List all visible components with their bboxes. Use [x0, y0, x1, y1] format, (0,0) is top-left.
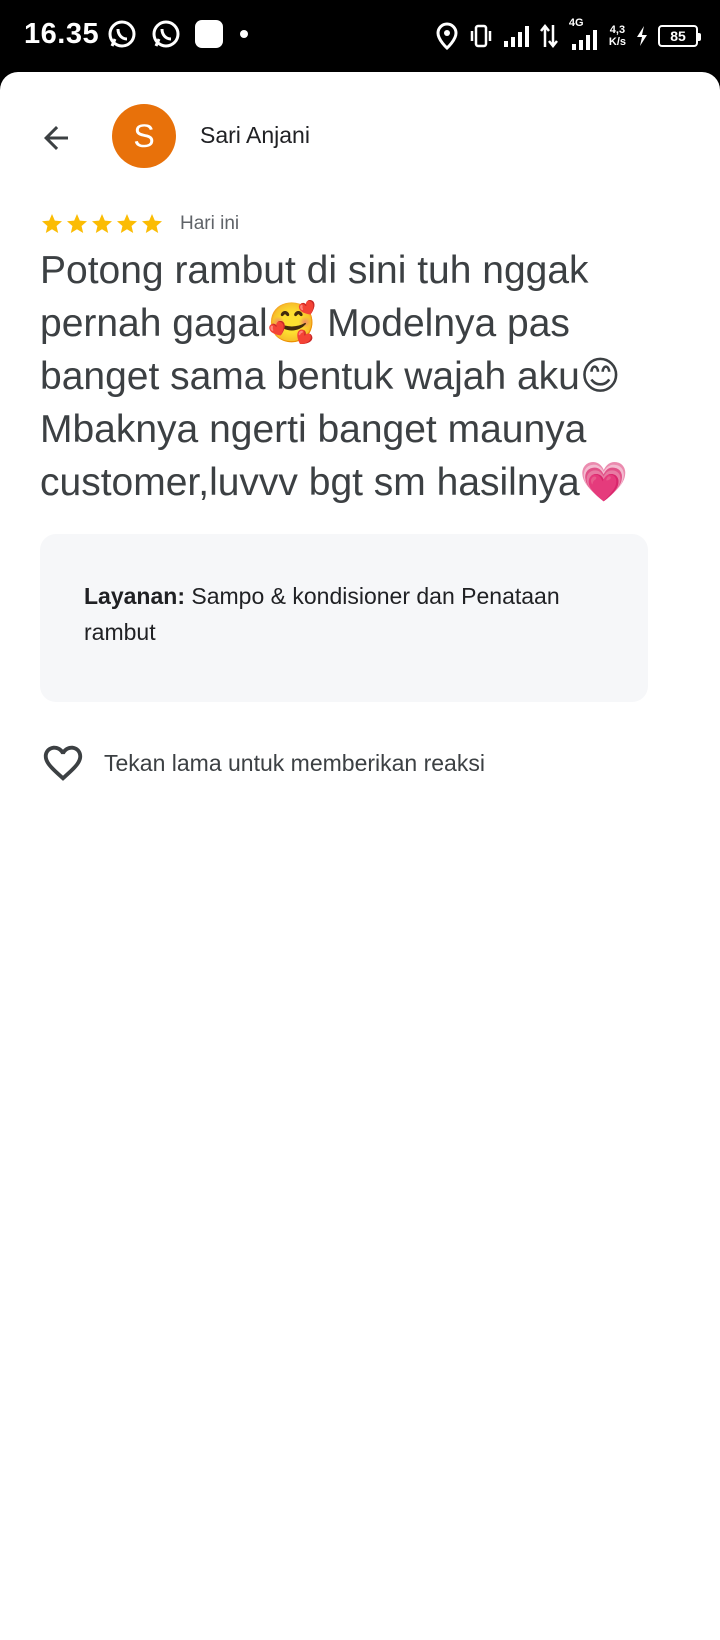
star-icon	[42, 214, 62, 233]
star-icon	[142, 214, 162, 233]
notification-icons	[106, 18, 252, 50]
battery-level: 85	[670, 28, 686, 44]
arrow-back-icon	[44, 126, 68, 150]
service-label: Layanan:	[84, 583, 185, 609]
battery-icon: 85	[658, 25, 701, 47]
star-icon	[117, 214, 137, 233]
avatar[interactable]: S	[112, 104, 176, 168]
more-notifications-dot-icon	[240, 30, 248, 38]
service-box: Layanan: Sampo & kondisioner dan Penataa…	[40, 534, 648, 702]
network-speed: 4,3 K/s	[608, 24, 626, 48]
star-rating	[40, 212, 164, 236]
vibrate-icon	[470, 24, 492, 48]
system-icons: 4G 4,3 K/s 85	[435, 14, 701, 58]
status-time: 16.35	[24, 18, 100, 50]
status-bar: 16.35 4G 4,3 K/s 85	[0, 0, 720, 72]
app-notification-icon	[195, 20, 223, 48]
network-type: 4G	[568, 17, 584, 29]
review-sheet: S Sari Anjani Hari ini Potong rambut di …	[0, 72, 720, 1640]
reaction-button[interactable]: Tekan lama untuk memberikan reaksi	[40, 740, 485, 786]
review-date: Hari ini	[180, 213, 240, 234]
rating-row: Hari ini	[40, 212, 239, 236]
signal-icon	[503, 26, 529, 47]
location-icon	[436, 22, 458, 50]
star-icon	[92, 214, 112, 233]
whatsapp-icon	[152, 20, 180, 48]
star-icon	[67, 214, 87, 233]
reaction-hint: Tekan lama untuk memberikan reaksi	[104, 749, 485, 776]
charging-icon	[637, 26, 647, 46]
data-transfer-icon	[539, 23, 558, 49]
author-name[interactable]: Sari Anjani	[200, 122, 310, 149]
signal-4g-icon: 4G	[569, 17, 599, 51]
back-button[interactable]	[34, 116, 78, 160]
heart-outline-icon	[43, 745, 83, 781]
review-text: Potong rambut di sini tuh nggak pernah g…	[40, 249, 629, 504]
whatsapp-icon	[108, 20, 136, 48]
